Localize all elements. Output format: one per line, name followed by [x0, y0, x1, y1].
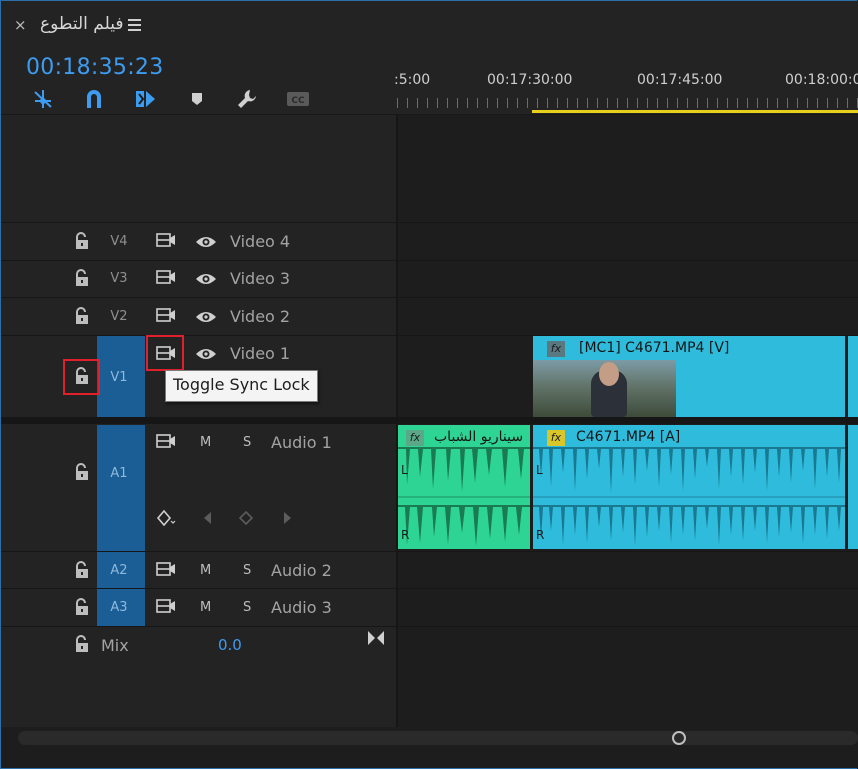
track-name-v2[interactable]: Video 2 [230, 307, 290, 326]
sequence-tab-title[interactable]: فيلم التطوع [40, 14, 124, 34]
add-keyframe-icon[interactable] [238, 510, 254, 530]
track-name-v1[interactable]: Video 1 [230, 344, 290, 363]
insert-sequence-icon[interactable] [133, 88, 157, 110]
track-name-a1[interactable]: Audio 1 [271, 433, 332, 452]
audio-waveform [533, 447, 845, 546]
track-id-a2[interactable]: A2 [95, 563, 143, 578]
channel-label-right: R [401, 528, 410, 542]
clip-name: سيناريو الشباب [434, 429, 524, 445]
mute-button[interactable]: M [200, 563, 211, 578]
track-name-v3[interactable]: Video 3 [230, 269, 290, 288]
ruler-label: 00:17:30:00 [487, 72, 573, 88]
snap-icon[interactable] [31, 88, 55, 110]
next-keyframe-icon[interactable] [282, 510, 294, 530]
lock-icon[interactable] [74, 598, 90, 616]
video-clip[interactable]: fx [MC1] C4671.MP4 [V] [533, 336, 845, 417]
previous-keyframe-icon[interactable] [201, 510, 213, 530]
channel-label-left: L [401, 463, 408, 477]
track-id-v3[interactable]: V3 [95, 271, 143, 286]
sync-lock-icon[interactable] [155, 432, 177, 454]
track-id-v1[interactable]: V1 [95, 370, 143, 385]
eye-icon[interactable] [195, 346, 217, 366]
sync-lock-icon[interactable] [155, 268, 177, 290]
a1-source-patch[interactable] [97, 425, 145, 551]
sync-lock-icon[interactable] [155, 344, 177, 366]
solo-button[interactable]: S [243, 600, 251, 615]
audio-waveform [398, 447, 530, 546]
lock-icon[interactable] [74, 307, 90, 325]
linked-selection-icon[interactable] [82, 88, 106, 110]
track-id-v4[interactable]: V4 [95, 234, 143, 249]
video-audio-divider[interactable] [1, 417, 858, 424]
timeline-settings-wrench-icon[interactable] [235, 88, 259, 110]
track-id-a3[interactable]: A3 [95, 600, 143, 615]
audio-clip-next[interactable] [848, 425, 858, 549]
mute-button[interactable]: M [200, 600, 211, 615]
solo-button[interactable]: S [243, 563, 251, 578]
track-id-a1[interactable]: A1 [95, 466, 143, 481]
ruler-label: 00:18:00:0 [785, 72, 858, 88]
track-name-a2[interactable]: Audio 2 [271, 561, 332, 580]
fx-badge[interactable]: fx [547, 341, 565, 357]
tooltip: Toggle Sync Lock [165, 370, 318, 402]
hamburger-menu-icon[interactable] [128, 19, 141, 34]
channel-label-left: L [536, 463, 543, 477]
scrollbar-zoom-handle[interactable] [672, 731, 686, 745]
ruler-label: :5:00 [394, 72, 431, 88]
playhead-timecode[interactable]: 00:18:35:23 [26, 55, 164, 80]
clip-name: [MC1] C4671.MP4 [V] [579, 340, 730, 356]
work-area-bar[interactable] [532, 110, 858, 113]
svg-text:CC: CC [291, 96, 305, 106]
audio-clip-green[interactable]: fx سيناريو الشباب L R [398, 425, 530, 549]
lock-icon[interactable] [74, 561, 90, 579]
fx-badge[interactable]: fx [406, 430, 424, 446]
fx-badge[interactable]: fx [547, 430, 565, 446]
track-separator [1, 222, 858, 223]
mix-label: Mix [101, 636, 129, 655]
track-separator [1, 260, 858, 261]
person-face [599, 362, 619, 386]
eye-icon[interactable] [195, 271, 217, 291]
track-id-v2[interactable]: V2 [95, 309, 143, 324]
lock-icon[interactable] [74, 269, 90, 287]
clip-thumbnail [533, 360, 676, 417]
mix-volume-value[interactable]: 0.0 [218, 636, 242, 654]
lock-icon[interactable] [74, 463, 90, 481]
sync-lock-icon[interactable] [155, 560, 177, 582]
track-separator [1, 626, 858, 627]
eye-icon[interactable] [195, 309, 217, 329]
track-name-a3[interactable]: Audio 3 [271, 598, 332, 617]
ruler-label: 00:17:45:00 [637, 72, 723, 88]
lock-icon[interactable] [74, 367, 90, 385]
video-clip-next[interactable] [848, 336, 858, 417]
sync-lock-icon[interactable] [155, 306, 177, 328]
time-ruler[interactable] [397, 98, 858, 108]
horizontal-scrollbar[interactable] [18, 731, 858, 745]
track-name-v4[interactable]: Video 4 [230, 232, 290, 251]
captions-icon[interactable]: CC [286, 88, 310, 110]
mix-keyframe-icon[interactable] [366, 629, 386, 651]
sync-lock-icon[interactable] [155, 231, 177, 253]
keyframe-menu-icon[interactable] [156, 509, 178, 531]
lock-icon[interactable] [74, 232, 90, 250]
solo-button[interactable]: S [243, 435, 251, 450]
channel-label-right: R [536, 528, 545, 542]
clip-name: C4671.MP4 [A] [576, 429, 681, 445]
sync-lock-icon[interactable] [155, 597, 177, 619]
lock-icon[interactable] [74, 635, 90, 653]
eye-icon[interactable] [195, 234, 217, 254]
add-marker-icon[interactable] [185, 88, 209, 110]
audio-clip-blue[interactable]: fx C4671.MP4 [A] L R [533, 425, 845, 549]
track-separator [1, 297, 858, 298]
mute-button[interactable]: M [200, 435, 211, 450]
close-tab-button[interactable]: × [14, 16, 27, 34]
